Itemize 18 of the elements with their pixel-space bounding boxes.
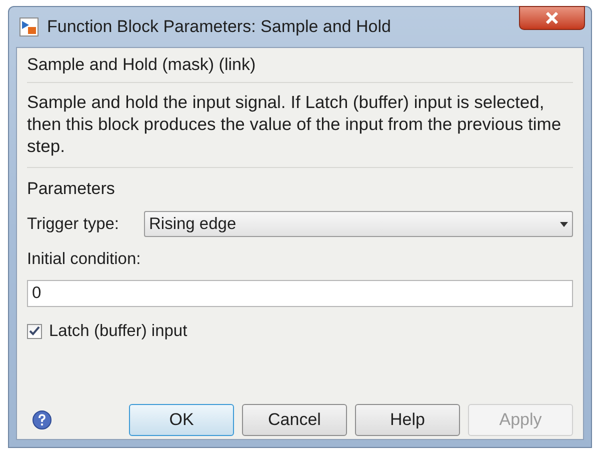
close-icon xyxy=(545,12,559,24)
block-heading: Sample and Hold (mask) (link) xyxy=(27,48,573,82)
dialog-button[interactable]: Cancel xyxy=(242,404,347,436)
initial-condition-label: Initial condition: xyxy=(27,249,142,270)
trigger-type-label: Trigger type: xyxy=(27,214,120,235)
initial-condition-field[interactable]: 0 xyxy=(27,280,573,307)
latch-label: Latch (buffer) input xyxy=(49,320,188,342)
block-diagram-icon xyxy=(19,17,39,37)
dialog-button[interactable]: Help xyxy=(355,404,460,436)
window-title: Function Block Parameters: Sample and Hold xyxy=(47,16,391,38)
trigger-type-dropdown[interactable]: Rising edge xyxy=(144,211,573,237)
parameters-heading: Parameters xyxy=(27,178,116,200)
latch-checkbox[interactable] xyxy=(27,324,42,339)
block-description: Sample and hold the input signal. If Latch (buffer) input is selected, then this block produces the value of the input from the previous time step. xyxy=(27,82,573,168)
dropdown-caret-icon xyxy=(560,222,568,226)
help-icon[interactable] xyxy=(32,410,52,430)
dialog-button[interactable]: OK xyxy=(129,404,234,436)
close-button[interactable] xyxy=(519,6,585,30)
